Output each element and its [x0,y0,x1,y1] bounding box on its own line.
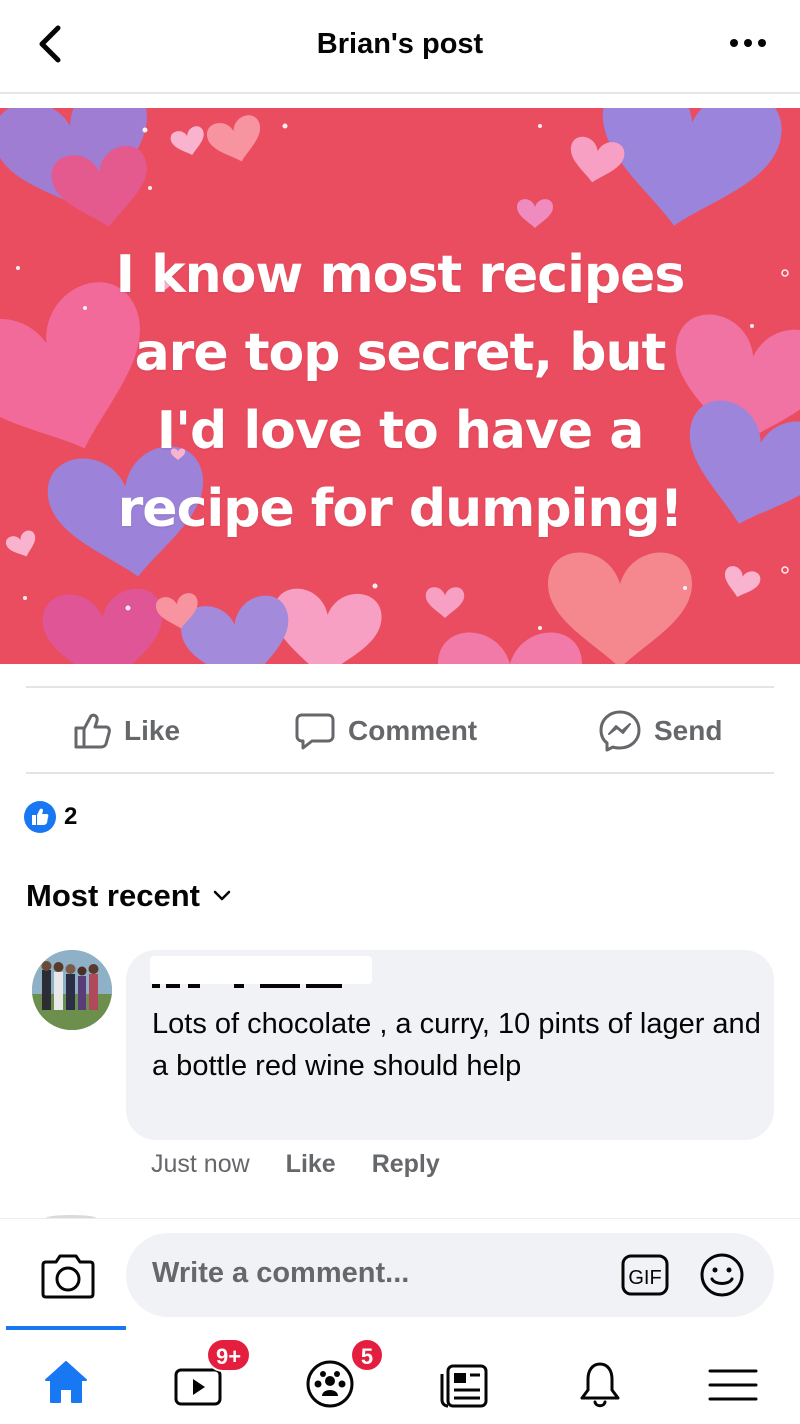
nav-notifications[interactable] [564,1344,644,1414]
home-icon [45,1361,87,1403]
camera-icon[interactable] [40,1250,96,1300]
messenger-icon [599,710,641,752]
comment-input[interactable]: Write a comment... GIF [126,1233,774,1317]
comment-sort-dropdown[interactable]: Most recent [26,878,232,914]
send-label: Send [654,715,723,746]
emoji-icon[interactable] [698,1251,746,1299]
like-button[interactable]: Like [72,690,180,772]
news-feed-icon [440,1364,488,1408]
page-title: Brian's post [316,28,484,60]
reaction-summary[interactable]: 2 [24,800,77,834]
nav-groups[interactable]: 5 [298,1338,384,1414]
nav-video[interactable]: 9+ [162,1338,252,1414]
comment-button[interactable]: Comment [294,690,477,772]
comment-reply-link[interactable]: Reply [372,1150,440,1179]
nav-menu[interactable] [694,1344,774,1414]
gif-label: GIF [628,1267,661,1289]
reaction-count: 2 [64,803,78,830]
comment-text: Lots of chocolate , a curry, 10 pints of… [152,1008,761,1082]
like-reaction-icon [24,801,56,833]
gif-icon[interactable]: GIF [620,1251,670,1299]
sort-label: Most recent [26,878,200,913]
send-button[interactable]: Send [598,690,722,772]
action-bar-top-divider [26,686,774,688]
nav-home[interactable] [26,1344,106,1414]
comment-meta: Just now Like Reply [151,1150,440,1179]
post-image[interactable]: I know most recipes are top secret, but … [0,108,800,664]
nav-news[interactable] [428,1344,508,1414]
more-options-icon[interactable] [726,28,770,58]
hamburger-menu-icon [708,1369,758,1401]
composer-divider [0,1218,800,1219]
comment-input-placeholder: Write a comment... [152,1257,410,1289]
groups-notification-badge: 5 [350,1338,384,1372]
comment-label: Comment [348,715,478,746]
comment-bubble-icon [295,713,335,750]
thumbs-up-icon [74,713,111,749]
like-label: Like [124,715,181,746]
action-bar-bottom-divider [26,772,774,774]
comment-like-link[interactable]: Like [286,1150,336,1179]
header-divider [0,92,800,94]
chevron-down-icon [213,890,231,901]
active-tab-indicator [6,1326,126,1330]
commenter-avatar[interactable] [32,950,112,1030]
video-notification-badge: 9+ [206,1338,252,1372]
author-name-redaction [150,956,372,984]
post-action-bar: Like Comment Send [0,690,800,772]
post-text: I know most recipes are top secret, but … [115,245,686,539]
bell-icon [580,1362,620,1408]
avatar-photo [32,950,112,1030]
comment-timestamp: Just now [151,1150,250,1178]
bottom-navigation: 9+ 5 [0,1326,800,1424]
top-bar: Brian's post [0,0,800,92]
